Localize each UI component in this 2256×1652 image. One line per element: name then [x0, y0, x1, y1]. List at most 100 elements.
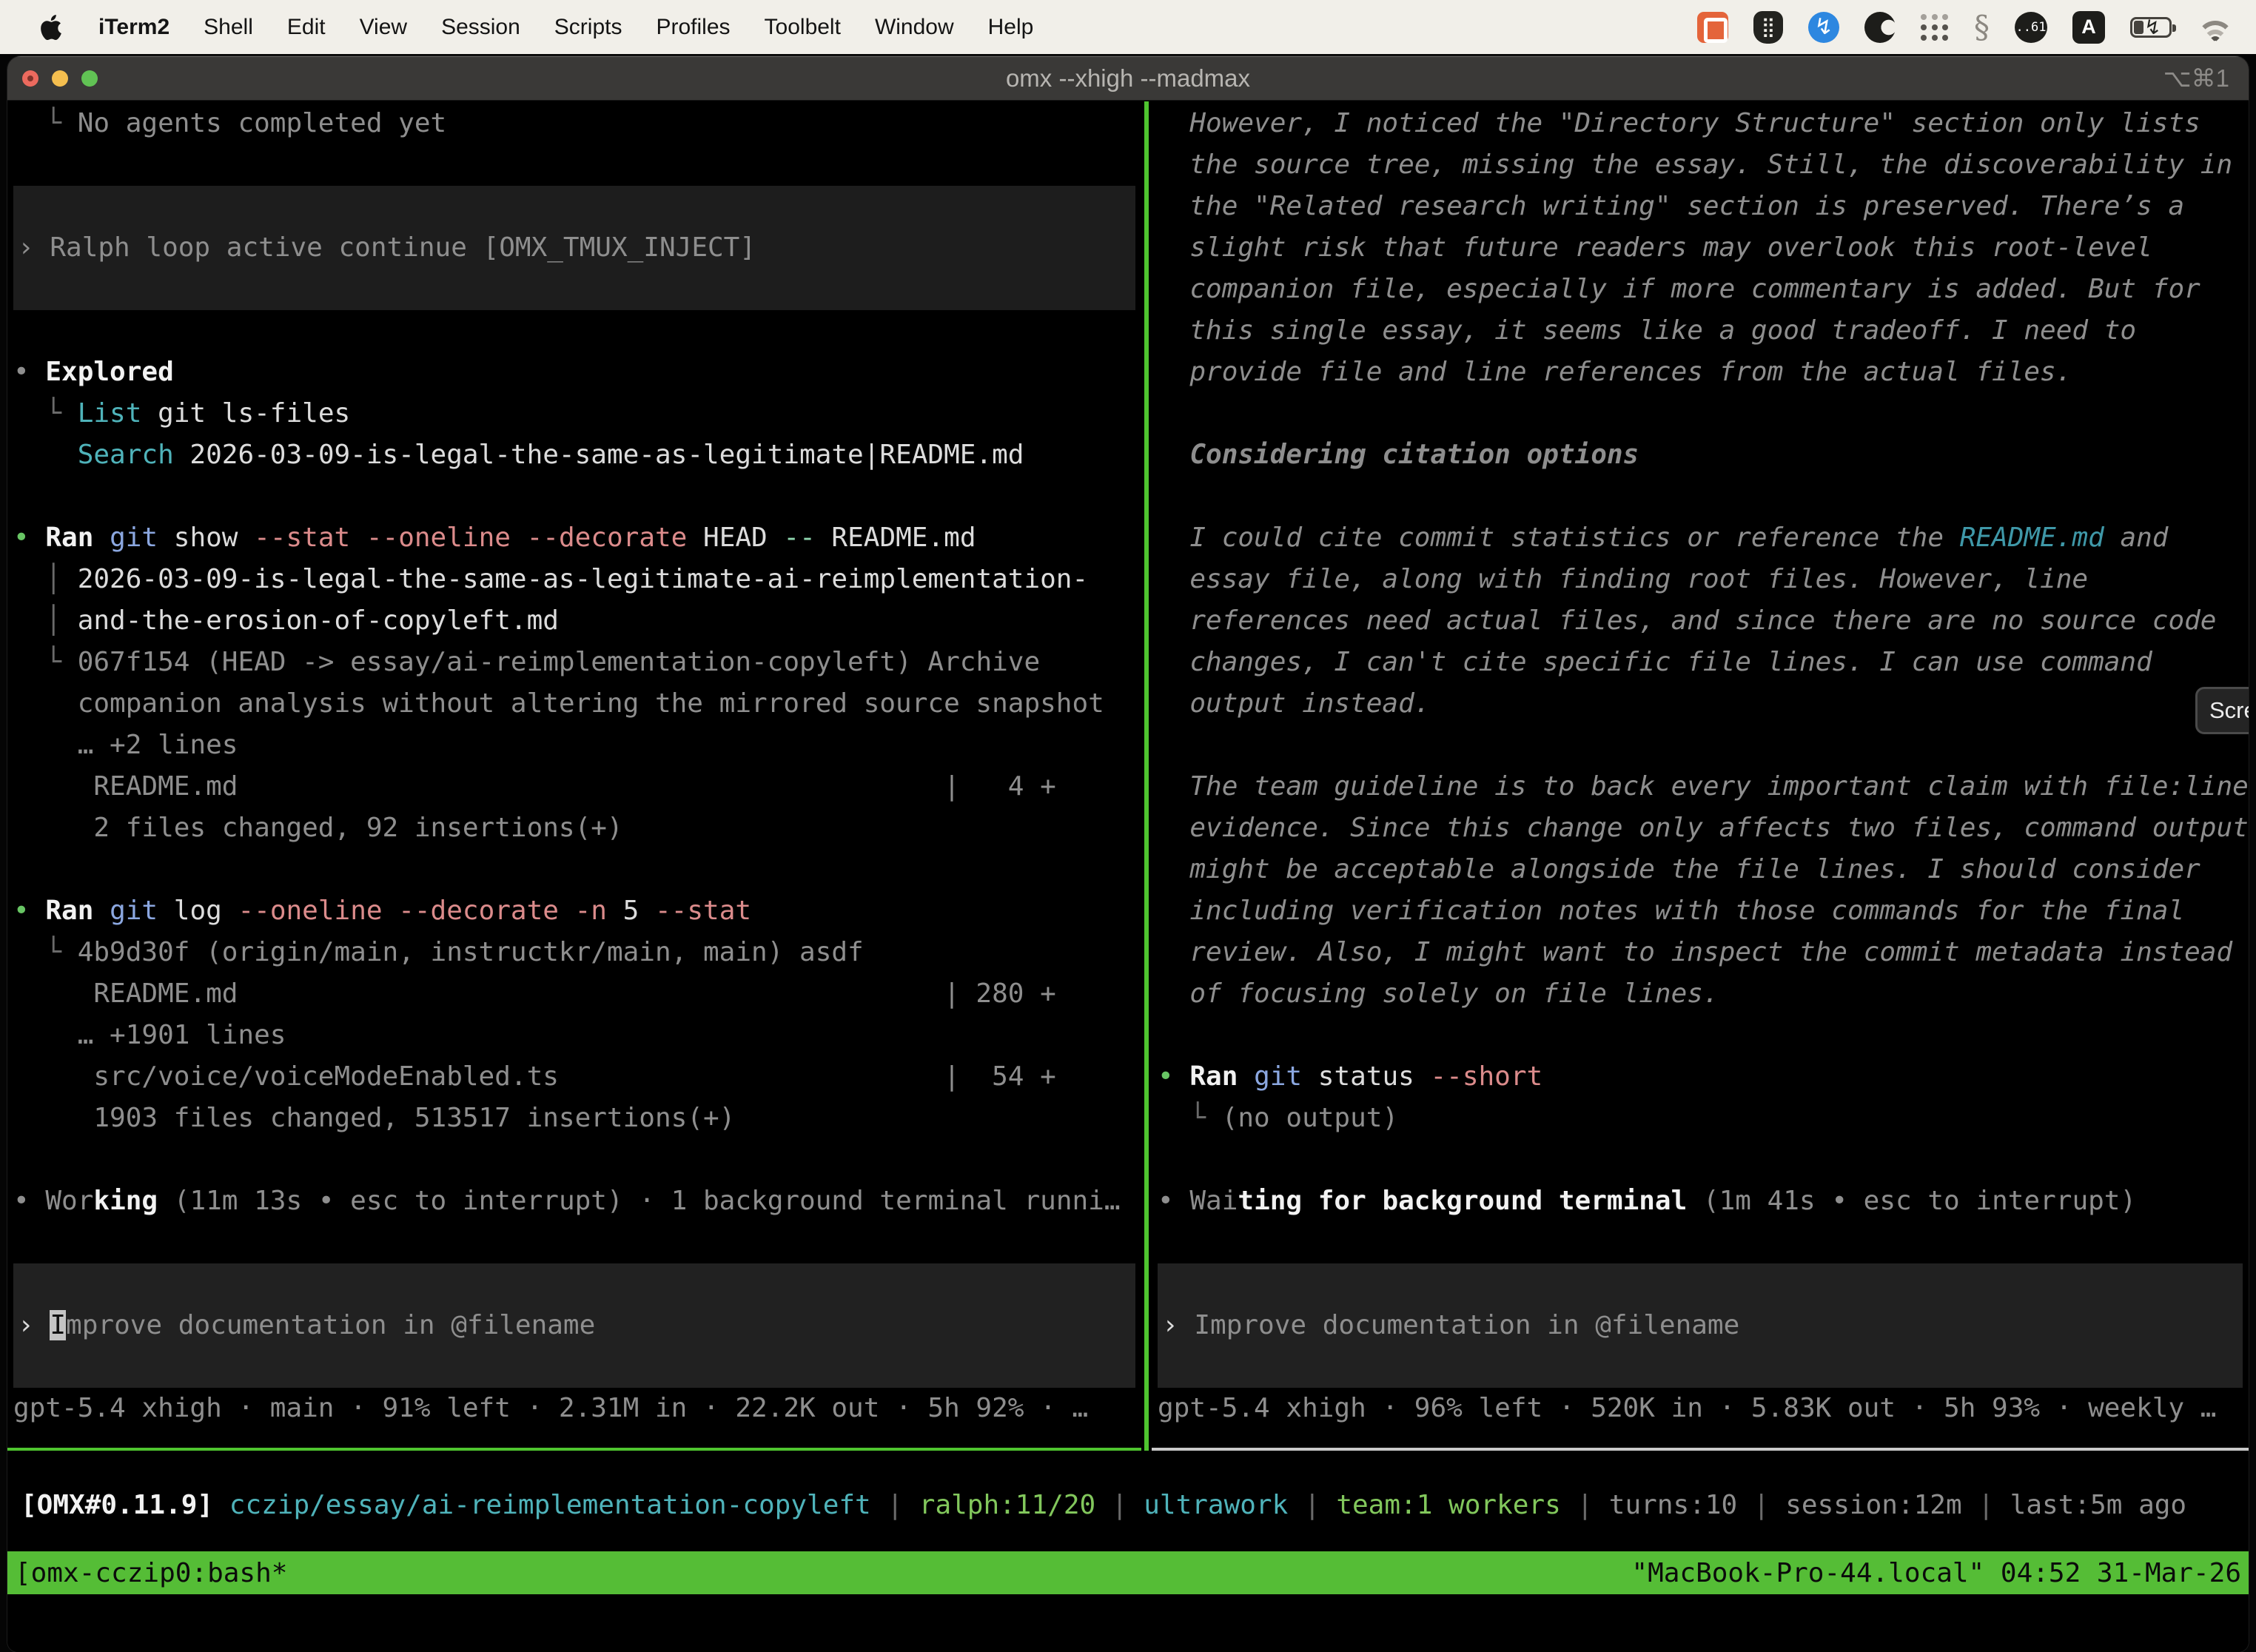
blank-line: [1158, 476, 2249, 517]
terminal-line: └ No agents completed yet: [13, 103, 1141, 144]
terminal-line: However, I noticed the "Directory Struct…: [1158, 103, 2249, 144]
blank-line: [13, 1139, 1141, 1181]
blank-line: [1158, 725, 2249, 766]
terminal-line: └ (no output): [1158, 1098, 2249, 1139]
terminal-line: evidence. Since this change only affects…: [1158, 807, 2249, 849]
session-status-left: gpt-5.4 xhigh · main · 91% left · 2.31M …: [13, 1388, 1141, 1429]
shield-grid-icon[interactable]: ⣿: [1753, 11, 1783, 44]
squiggle-icon[interactable]: §: [1974, 9, 1990, 45]
terminal-line: [OMX#0.11.9] cczip/essay/ai-reimplementa…: [21, 1485, 2249, 1526]
apple-logo-icon[interactable]: [40, 15, 62, 40]
badge-61-icon[interactable]: ..61: [2015, 12, 2047, 43]
terminal-line: • Ran git show --stat --oneline --decora…: [13, 517, 1141, 559]
terminal-line: Search 2026-03-09-is-legal-the-same-as-l…: [13, 434, 1141, 476]
menu-bar: iTerm2 Shell Edit View Session Scripts P…: [0, 0, 2256, 54]
tmux-status-bar: [omx-cczip0:bash* "MacBook-Pro-44.local"…: [7, 1551, 2249, 1594]
blank-line: [13, 476, 1141, 517]
prompt-input-right[interactable]: › Improve documentation in @filename: [1158, 1263, 2243, 1388]
terminal-line: changes, I can't cite specific file line…: [1158, 642, 2249, 683]
terminal-line: this single essay, it seems like a good …: [1158, 310, 2249, 352]
moon-circle-icon[interactable]: [1864, 12, 1896, 43]
menu-item-session[interactable]: Session: [424, 15, 537, 40]
terminal-line: review. Also, I might want to inspect th…: [1158, 932, 2249, 973]
terminal-line: README.md | 280 +: [13, 973, 1141, 1015]
terminal-line: │ 2026-03-09-is-legal-the-same-as-legiti…: [13, 559, 1141, 600]
menu-item-toolbelt[interactable]: Toolbelt: [748, 15, 858, 40]
agent-log-top: └ No agents completed yet: [13, 103, 1141, 186]
title-bar[interactable]: omx --xhigh --madmax ⌥⌘1: [7, 56, 2249, 101]
terminal-line: › Ralph loop active continue [OMX_TMUX_I…: [18, 227, 1135, 269]
menu-item-iterm2[interactable]: iTerm2: [81, 15, 187, 40]
terminal-line: slight risk that future readers may over…: [1158, 227, 2249, 269]
pane-right[interactable]: However, I noticed the "Directory Struct…: [1152, 101, 2249, 1451]
terminal-line: └ 4b9d30f (origin/main, instructkr/main,…: [13, 932, 1141, 973]
inject-banner: › Ralph loop active continue [OMX_TMUX_I…: [13, 186, 1135, 310]
terminal-line: • Ran git status --short: [1158, 1056, 2249, 1098]
blue-bolt-icon[interactable]: ↯: [1808, 12, 1839, 43]
battery-charging-icon[interactable]: ↯: [2130, 17, 2172, 38]
terminal-line: • Ran git log --oneline --decorate -n 5 …: [13, 890, 1141, 932]
dots-grid-icon[interactable]: [1921, 14, 1949, 41]
terminal-line: The team guideline is to back every impo…: [1158, 766, 2249, 807]
terminal-line: › Improve documentation in @filename: [1162, 1305, 2243, 1346]
terminal-line: › Improve documentation in @filename: [18, 1305, 1135, 1346]
letter-a-icon[interactable]: A: [2072, 11, 2105, 44]
desktop: iTerm2 Shell Edit View Session Scripts P…: [0, 0, 2256, 1652]
menu-item-view[interactable]: View: [343, 15, 424, 40]
blank-line: [13, 310, 1141, 352]
menu-item-scripts[interactable]: Scripts: [537, 15, 639, 40]
terminal-line: Considering citation options: [1158, 434, 2249, 476]
terminal-line: • Waiting for background terminal (1m 41…: [1158, 1181, 2249, 1222]
omx-status-bar: [OMX#0.11.9] cczip/essay/ai-reimplementa…: [7, 1451, 2249, 1526]
menu-item-window[interactable]: Window: [858, 15, 971, 40]
pane-divider[interactable]: [1144, 101, 1149, 1451]
terminal-line: I could cite commit statistics or refere…: [1158, 517, 2249, 559]
terminal-line: companion file, especially if more comme…: [1158, 269, 2249, 310]
terminal-line: companion analysis without altering the …: [13, 683, 1141, 725]
terminal-line: src/voice/voiceModeEnabled.ts | 54 +: [13, 1056, 1141, 1098]
pane-left[interactable]: └ No agents completed yet › Ralph loop a…: [7, 101, 1141, 1451]
terminal-line: might be acceptable alongside the file l…: [1158, 849, 2249, 890]
terminal-line: including verification notes with those …: [1158, 890, 2249, 932]
terminal-line: essay file, along with finding root file…: [1158, 559, 2249, 600]
agent-log: • Explored └ List git ls-files Search 20…: [13, 310, 1141, 1222]
terminal-line: └ List git ls-files: [13, 393, 1141, 434]
terminal-line: the source tree, missing the essay. Stil…: [1158, 144, 2249, 186]
terminal-line: … +1901 lines: [13, 1015, 1141, 1056]
session-status-right: gpt-5.4 xhigh · 96% left · 520K in · 5.8…: [1158, 1388, 2249, 1429]
terminal-line: output instead.: [1158, 683, 2249, 725]
tmux-panes: └ No agents completed yet › Ralph loop a…: [7, 101, 2249, 1451]
tmux-host-clock: "MacBook-Pro-44.local" 04:52 31-Mar-26: [1631, 1558, 2241, 1588]
blank-line: [13, 849, 1141, 890]
iterm-window: omx --xhigh --madmax ⌥⌘1 └ No agents com…: [7, 56, 2249, 1652]
window-title: omx --xhigh --madmax: [7, 64, 2249, 93]
terminal-line: of focusing solely on file lines.: [1158, 973, 2249, 1015]
terminal-line: README.md | 4 +: [13, 766, 1141, 807]
blank-line: [1158, 1139, 2249, 1181]
terminal-line: 1903 files changed, 513517 insertions(+): [13, 1098, 1141, 1139]
terminal-line: gpt-5.4 xhigh · 96% left · 520K in · 5.8…: [1158, 1388, 2249, 1429]
terminal-line: • Working (11m 13s • esc to interrupt) ·…: [13, 1181, 1141, 1222]
terminal-line: provide file and line references from th…: [1158, 352, 2249, 393]
menu-bar-status-area: ⣿ ↯ § ..61 A ↯: [1697, 9, 2234, 45]
menu-item-edit[interactable]: Edit: [270, 15, 343, 40]
terminal-line: gpt-5.4 xhigh · main · 91% left · 2.31M …: [13, 1388, 1141, 1429]
chat-app-icon[interactable]: [1697, 12, 1728, 43]
terminal: └ No agents completed yet › Ralph loop a…: [7, 101, 2249, 1652]
terminal-line: └ 067f154 (HEAD -> essay/ai-reimplementa…: [13, 642, 1141, 683]
terminal-line: • Explored: [13, 352, 1141, 393]
terminal-line: … +2 lines: [13, 725, 1141, 766]
terminal-line: references need actual files, and since …: [1158, 600, 2249, 642]
blank-line: [1158, 393, 2249, 434]
blank-line: [1158, 1015, 2249, 1056]
terminal-line: │ and-the-erosion-of-copyleft.md: [13, 600, 1141, 642]
menu-item-help[interactable]: Help: [971, 15, 1051, 40]
screen-overlay-button[interactable]: Scre: [2195, 687, 2249, 734]
menu-item-profiles[interactable]: Profiles: [639, 15, 747, 40]
terminal-line: 2 files changed, 92 insertions(+): [13, 807, 1141, 849]
wifi-icon[interactable]: [2197, 13, 2234, 41]
prompt-input-left[interactable]: › Improve documentation in @filename: [13, 1263, 1135, 1388]
agent-log-right: However, I noticed the "Directory Struct…: [1158, 103, 2249, 1222]
menu-item-shell[interactable]: Shell: [187, 15, 270, 40]
tmux-session-window-label[interactable]: [omx-cczip0:bash*: [15, 1558, 287, 1588]
